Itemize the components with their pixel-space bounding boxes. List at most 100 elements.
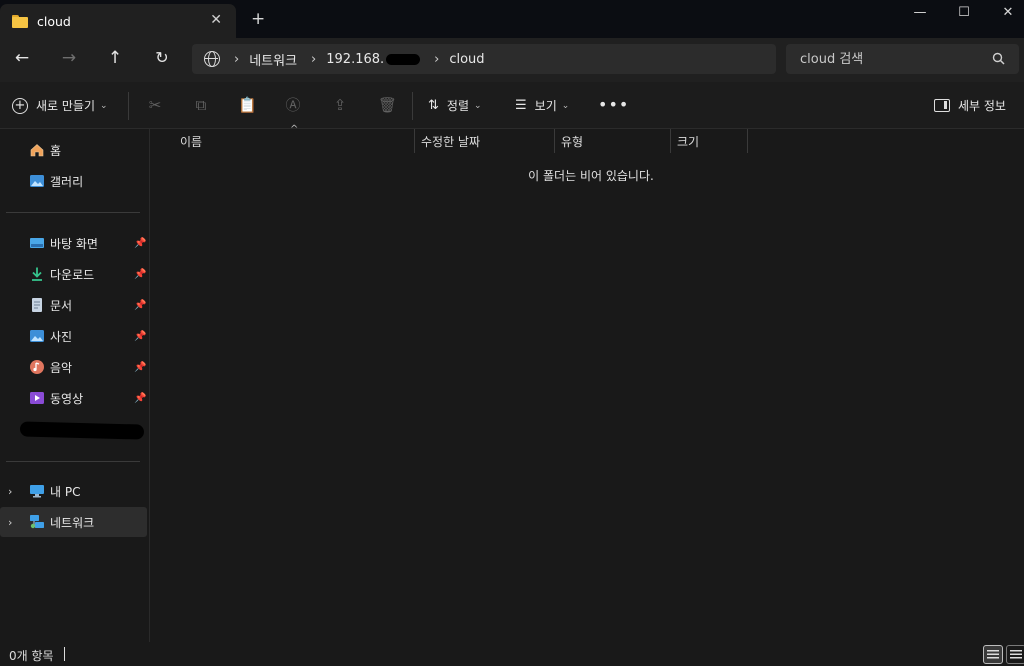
chevron-right-icon[interactable]: › bbox=[8, 516, 12, 529]
command-bar: + 새로 만들기 ⌄ ✂ ⧉ 📋 Ⓐ ⇪ 🗑 ⇅ 정렬 ⌄ ☰ 보기 ⌄ •••… bbox=[0, 82, 1024, 129]
rename-icon[interactable]: Ⓐ bbox=[284, 96, 302, 114]
column-divider[interactable] bbox=[747, 129, 748, 153]
sidebar-item-label: 갤러리 bbox=[50, 174, 84, 189]
large-icons-view-toggle[interactable] bbox=[1006, 645, 1024, 664]
view-label: 보기 bbox=[534, 99, 557, 113]
search-box[interactable] bbox=[786, 44, 1019, 74]
toolbar-divider bbox=[128, 92, 129, 120]
search-input[interactable] bbox=[786, 44, 986, 74]
sidebar-item-desktop[interactable]: 바탕 화면 📌 bbox=[0, 228, 147, 258]
sidebar-item-label: 바탕 화면 bbox=[50, 236, 98, 251]
details-label: 세부 정보 bbox=[958, 99, 1006, 113]
cut-icon[interactable]: ✂ bbox=[146, 96, 164, 114]
globe-icon bbox=[204, 51, 220, 67]
chevron-right-icon[interactable]: › bbox=[434, 52, 439, 67]
pin-icon[interactable]: 📌 bbox=[134, 238, 146, 249]
document-icon bbox=[32, 298, 42, 312]
navigation-pane: 홈 갤러리 바탕 화면 📌 다운로드 📌 문서 📌 사진 📌 음악 📌 동영상 … bbox=[0, 129, 150, 642]
new-tab-button[interactable]: + bbox=[251, 9, 265, 29]
sidebar-divider bbox=[6, 461, 140, 462]
chevron-down-icon: ⌄ bbox=[474, 100, 482, 111]
breadcrumb-network[interactable]: 네트워크 bbox=[249, 50, 297, 69]
delete-icon[interactable]: 🗑 bbox=[378, 96, 397, 114]
sidebar-item-music[interactable]: 음악 📌 bbox=[0, 352, 147, 382]
chevron-right-icon[interactable]: › bbox=[8, 485, 12, 498]
column-divider[interactable] bbox=[670, 129, 671, 153]
tab-cloud[interactable]: cloud ✕ bbox=[0, 4, 236, 38]
empty-folder-message: 이 폴더는 비어 있습니다. bbox=[528, 169, 654, 183]
view-icon: ☰ bbox=[515, 98, 527, 113]
column-divider[interactable] bbox=[414, 129, 415, 153]
address-row: ← → ↑ ↻ › 네트워크 › 192.168. › cloud bbox=[0, 38, 1024, 82]
breadcrumb-cloud[interactable]: cloud bbox=[449, 52, 484, 67]
redaction-mark bbox=[19, 421, 145, 440]
address-bar[interactable]: › 네트워크 › 192.168. › cloud bbox=[192, 44, 776, 74]
sidebar-item-home[interactable]: 홈 bbox=[0, 135, 147, 165]
breadcrumb-ip[interactable]: 192.168. bbox=[326, 51, 421, 67]
sidebar-item-documents[interactable]: 문서 📌 bbox=[0, 290, 147, 320]
column-header-size[interactable]: 크기 bbox=[677, 129, 747, 153]
sidebar-item-label: 내 PC bbox=[50, 484, 81, 499]
chevron-right-icon[interactable]: › bbox=[311, 52, 316, 67]
sidebar-item-network[interactable]: › 네트워크 bbox=[0, 507, 147, 537]
breadcrumb-ip-label: 192.168. bbox=[326, 51, 385, 67]
sidebar-item-label: 다운로드 bbox=[50, 267, 95, 282]
status-bar: 0개 항목 bbox=[0, 642, 1024, 666]
videos-icon bbox=[30, 392, 44, 404]
details-view-toggle[interactable] bbox=[983, 645, 1003, 664]
up-button[interactable]: ↑ bbox=[103, 48, 127, 68]
sidebar-item-label: 사진 bbox=[50, 329, 73, 344]
gallery-icon bbox=[30, 175, 44, 187]
pin-icon[interactable]: 📌 bbox=[134, 331, 146, 342]
sidebar-item-gallery[interactable]: 갤러리 bbox=[0, 166, 147, 196]
column-header-type[interactable]: 유형 bbox=[561, 129, 670, 153]
pin-icon[interactable]: 📌 bbox=[134, 300, 146, 311]
sidebar-item-label: 동영상 bbox=[50, 391, 84, 406]
chevron-down-icon: ⌄ bbox=[561, 100, 570, 111]
chevron-down-icon: ⌄ bbox=[100, 100, 108, 111]
sidebar-item-label: 홈 bbox=[50, 143, 62, 158]
sort-icon: ⇅ bbox=[428, 98, 439, 113]
search-icon[interactable] bbox=[991, 51, 1007, 67]
column-header-name[interactable]: 이름 bbox=[180, 129, 414, 153]
plus-circle-icon: + bbox=[12, 97, 28, 114]
copy-icon[interactable]: ⧉ bbox=[192, 96, 210, 114]
pc-icon bbox=[30, 485, 44, 498]
sort-button[interactable]: ⇅ 정렬 ⌄ bbox=[428, 97, 482, 114]
minimize-button[interactable]: — bbox=[897, 5, 943, 20]
sidebar-item-label: 네트워크 bbox=[50, 515, 95, 530]
view-button[interactable]: ☰ 보기 ⌄ bbox=[515, 97, 569, 114]
maximize-button[interactable]: ☐ bbox=[941, 5, 987, 20]
paste-icon[interactable]: 📋 bbox=[238, 96, 257, 114]
back-button[interactable]: ← bbox=[10, 48, 34, 68]
column-divider[interactable] bbox=[554, 129, 555, 153]
pin-icon[interactable]: 📌 bbox=[134, 269, 146, 280]
column-header-row: 이름 수정한 날짜 유형 크기 bbox=[150, 129, 1024, 153]
more-options-button[interactable]: ••• bbox=[598, 95, 629, 114]
sidebar-item-label: 문서 bbox=[50, 298, 73, 313]
new-button[interactable]: + 새로 만들기 ⌄ bbox=[12, 97, 108, 114]
network-icon bbox=[30, 515, 44, 529]
sidebar-item-downloads[interactable]: 다운로드 📌 bbox=[0, 259, 147, 289]
home-icon bbox=[30, 144, 44, 157]
redaction-mark bbox=[386, 53, 421, 65]
details-pane-button[interactable]: 세부 정보 bbox=[934, 97, 1006, 114]
sidebar-divider bbox=[6, 212, 140, 213]
column-header-date-modified[interactable]: 수정한 날짜 bbox=[421, 129, 554, 153]
pin-icon[interactable]: 📌 bbox=[134, 393, 146, 404]
sidebar-item-label: 음악 bbox=[50, 360, 73, 375]
forward-button[interactable]: → bbox=[57, 48, 81, 68]
item-count: 0개 항목 bbox=[9, 649, 54, 663]
close-window-button[interactable]: ✕ bbox=[985, 5, 1024, 20]
chevron-right-icon[interactable]: › bbox=[234, 52, 239, 67]
toolbar-divider bbox=[412, 92, 413, 120]
close-tab-icon[interactable]: ✕ bbox=[210, 12, 222, 28]
folder-icon bbox=[12, 14, 28, 28]
sort-label: 정렬 bbox=[446, 99, 469, 113]
sidebar-item-videos[interactable]: 동영상 📌 bbox=[0, 383, 147, 413]
share-icon[interactable]: ⇪ bbox=[331, 96, 349, 114]
sidebar-item-pictures[interactable]: 사진 📌 bbox=[0, 321, 147, 351]
refresh-button[interactable]: ↻ bbox=[150, 48, 174, 67]
pin-icon[interactable]: 📌 bbox=[134, 362, 146, 373]
sidebar-item-this-pc[interactable]: › 내 PC bbox=[0, 476, 147, 506]
